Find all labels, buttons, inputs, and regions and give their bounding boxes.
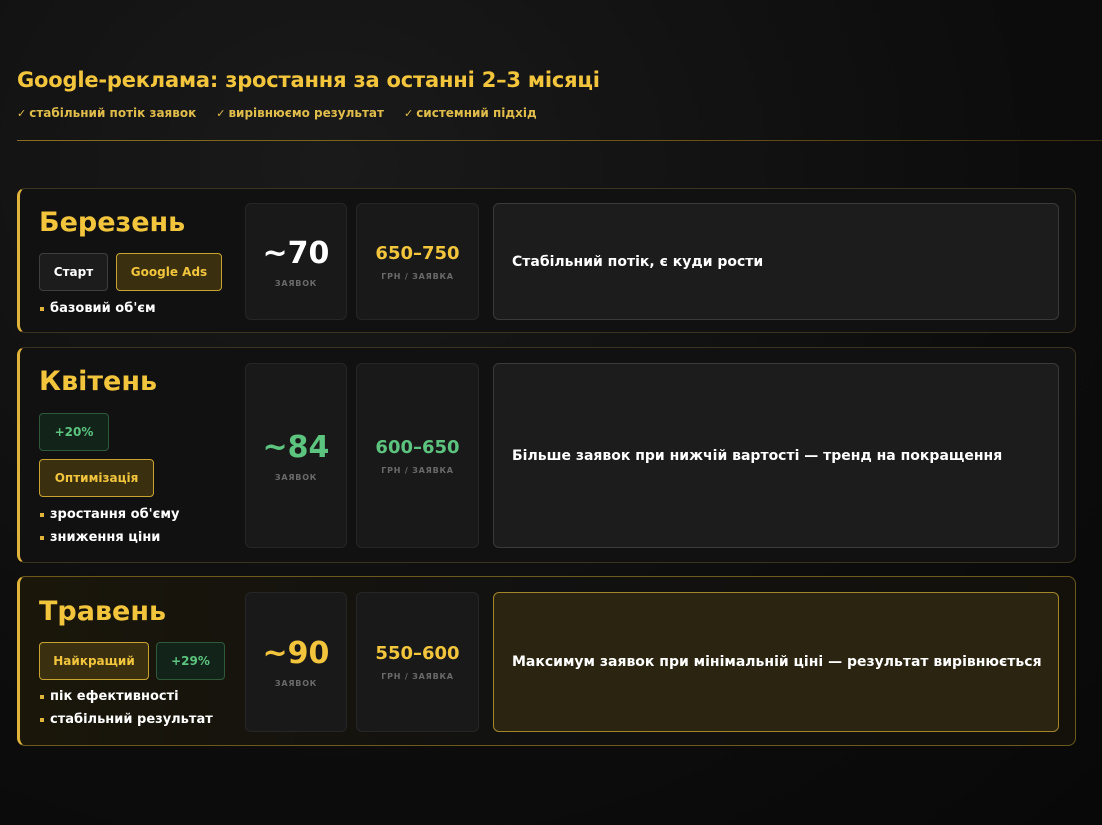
header-divider xyxy=(17,140,1102,141)
leads-stat: ~84 ЗАЯВОК xyxy=(245,363,347,548)
page-title: Google-реклама: зростання за останні 2–3… xyxy=(17,68,600,92)
bullet-item: пік ефективності xyxy=(40,689,179,704)
bullet-item: зниження ціни xyxy=(40,530,160,545)
leads-value: ~84 xyxy=(262,429,330,465)
tag-best: Найкращий xyxy=(39,642,149,680)
month-title: Травень xyxy=(39,596,167,627)
month-card-april: Квітень +20% Оптимізація зростання об'єм… xyxy=(17,347,1076,563)
price-stat: 600–650 ГРН / ЗАЯВКА xyxy=(356,363,479,548)
check-icon: ✓ xyxy=(17,106,27,120)
check-icon: ✓ xyxy=(403,106,414,120)
tag-growth: +20% xyxy=(39,413,109,451)
leads-stat: ~70 ЗАЯВОК xyxy=(245,203,347,320)
tag-growth: +29% xyxy=(156,642,225,680)
leads-value: ~70 xyxy=(262,235,330,271)
check-item: ✓ стабільний потік заявок xyxy=(17,106,197,120)
check-list: ✓ стабільний потік заявок ✓ вирівнюємо рез… xyxy=(17,106,1085,120)
price-label: ГРН / ЗАЯВКА xyxy=(381,672,454,681)
month-title: Квітень xyxy=(39,366,158,397)
tag-optimization: Оптимізація xyxy=(39,459,154,497)
bullet-item: базовий об'єм xyxy=(40,301,156,316)
check-item: ✓ вирівнюємо результат xyxy=(216,106,384,120)
tag-google-ads: Google Ads xyxy=(116,253,222,291)
leads-label: ЗАЯВОК xyxy=(274,679,318,688)
header: Google-реклама: зростання за останні 2–3… xyxy=(17,68,1085,120)
check-icon: ✓ xyxy=(216,106,226,120)
leads-value: ~90 xyxy=(262,636,330,671)
month-card-march: Березень Старт Google Ads базовий об'єм … xyxy=(17,188,1076,333)
bullet-item: стабільний результат xyxy=(40,712,213,727)
leads-label: ЗАЯВОК xyxy=(274,278,318,288)
leads-label: ЗАЯВОК xyxy=(274,472,318,482)
month-description: Стабільний потік, є куди рости xyxy=(493,203,1059,320)
price-value: 600–650 xyxy=(375,436,460,458)
leads-stat: ~90 ЗАЯВОК xyxy=(245,592,347,732)
tag-start: Старт xyxy=(39,253,108,291)
month-card-may: Травень Найкращий +29% пік ефективності … xyxy=(17,576,1076,746)
price-value: 550–600 xyxy=(375,643,460,664)
price-value: 650–750 xyxy=(375,242,460,264)
price-label: ГРН / ЗАЯВКА xyxy=(381,271,454,281)
price-stat: 550–600 ГРН / ЗАЯВКА xyxy=(356,592,479,732)
month-description: Максимум заявок при мінімальній ціні — р… xyxy=(493,592,1059,732)
bullet-item: зростання об'єму xyxy=(40,507,179,522)
price-stat: 650–750 ГРН / ЗАЯВКА xyxy=(356,203,479,320)
month-description: Більше заявок при нижчій вартості — трен… xyxy=(493,363,1059,548)
price-label: ГРН / ЗАЯВКА xyxy=(381,465,454,475)
month-title: Березень xyxy=(39,207,186,238)
check-item: ✓ системний підхід xyxy=(403,106,537,120)
